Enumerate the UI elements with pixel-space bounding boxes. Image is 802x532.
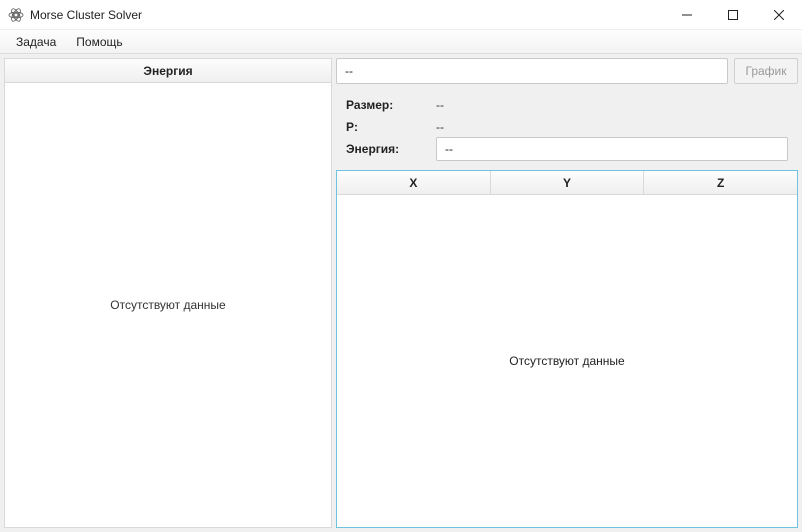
energy-list-header[interactable]: Энергия <box>5 59 331 83</box>
title-bar: Morse Cluster Solver <box>0 0 802 30</box>
menu-task[interactable]: Задача <box>6 30 66 53</box>
menu-bar: Задача Помощь <box>0 30 802 54</box>
col-header-y[interactable]: Y <box>491 171 645 194</box>
energy-label: Энергия: <box>346 142 436 156</box>
name-input[interactable]: -- <box>336 58 728 84</box>
name-input-value: -- <box>345 64 353 78</box>
menu-help-label: Помощь <box>76 35 122 49</box>
coord-table: X Y Z Отсутствуют данные <box>336 170 798 528</box>
p-value: -- <box>436 120 444 134</box>
app-icon <box>8 7 24 23</box>
col-header-x[interactable]: X <box>337 171 491 194</box>
minimize-button[interactable] <box>664 0 710 29</box>
size-value: -- <box>436 98 444 112</box>
details-panel: -- График Размер: -- P: -- Энергия: -- X <box>336 58 798 528</box>
close-button[interactable] <box>756 0 802 29</box>
menu-help[interactable]: Помощь <box>66 30 132 53</box>
energy-input[interactable]: -- <box>436 137 788 161</box>
graph-button: График <box>734 58 798 84</box>
col-header-z[interactable]: Z <box>644 171 797 194</box>
window-title: Morse Cluster Solver <box>30 8 664 22</box>
coord-table-empty: Отсутствуют данные <box>509 354 624 368</box>
client-area: Энергия Отсутствуют данные -- График Раз… <box>0 54 802 532</box>
energy-list: Энергия Отсутствуют данные <box>4 58 332 528</box>
size-label: Размер: <box>346 98 436 112</box>
maximize-button[interactable] <box>710 0 756 29</box>
energy-list-empty: Отсутствуют данные <box>5 83 331 527</box>
energy-input-value: -- <box>445 142 453 156</box>
p-label: P: <box>346 120 436 134</box>
menu-task-label: Задача <box>16 35 56 49</box>
